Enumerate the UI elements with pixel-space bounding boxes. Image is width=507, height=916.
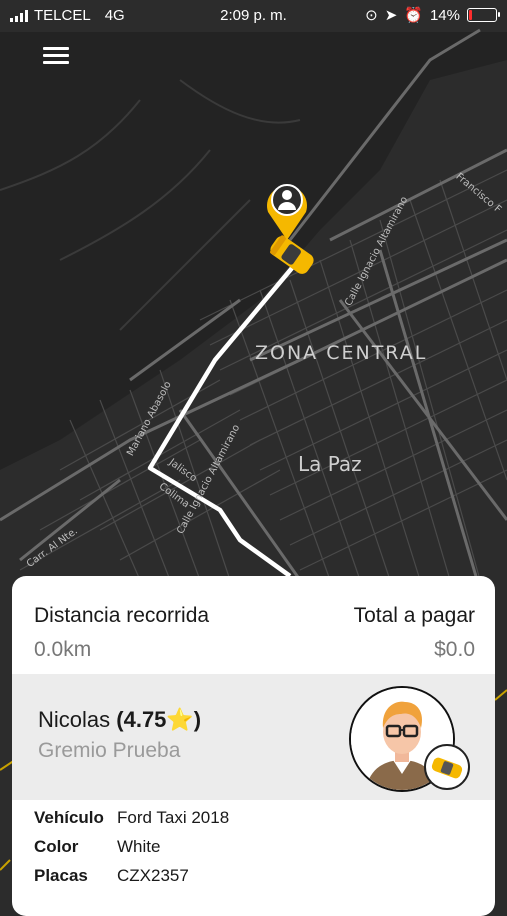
vehicle-value: Ford Taxi 2018 [117,808,230,827]
status-bar: TELCEL 4G 2:09 p. m. ⊙ ➤ ⏰ 14% [0,0,507,32]
distance-value: 0.0km [34,638,92,661]
vehicle-key: Placas [34,866,88,885]
vehicle-key: Color [34,837,79,856]
vehicle-value: CZX2357 [117,866,189,885]
vehicle-value: White [117,837,161,856]
vehicle-row: Placas CZX2357 [34,866,229,895]
vehicle-key: Vehículo [34,808,104,827]
distance-label: Distancia recorrida [34,604,210,627]
trip-summary: Distancia recorrida 0.0km Total a pagar … [12,576,495,674]
battery-percent: 14% [429,6,460,24]
map-label-la-paz: La Paz [298,452,362,476]
total-value: $0.0 [434,638,475,661]
driver-company: Gremio Prueba [38,739,181,762]
trip-info-sheet: Distancia recorrida 0.0km Total a pagar … [12,576,495,916]
driver-rating: (4.75⭐) [116,707,202,732]
hamburger-menu-icon[interactable] [43,47,69,67]
taxi-badge-icon [424,744,470,790]
driver-name-row: Nicolas (4.75⭐) [38,707,201,733]
screen-lock-icon: ⊙ [365,7,378,24]
vehicle-row: Vehículo Ford Taxi 2018 [34,808,229,837]
alarm-icon: ⏰ [404,7,423,24]
vehicle-row: Color White [34,837,229,866]
vehicle-details: Vehículo Ford Taxi 2018 Color White Plac… [34,808,229,895]
driver-card[interactable]: Nicolas (4.75⭐) Gremio Prueba [12,674,495,800]
map-label-zona-central: ZONA CENTRAL [255,342,428,364]
total-label: Total a pagar [353,604,475,627]
driver-name: Nicolas [38,707,111,732]
location-arrow-icon: ➤ [384,7,398,24]
battery-icon [467,8,500,22]
